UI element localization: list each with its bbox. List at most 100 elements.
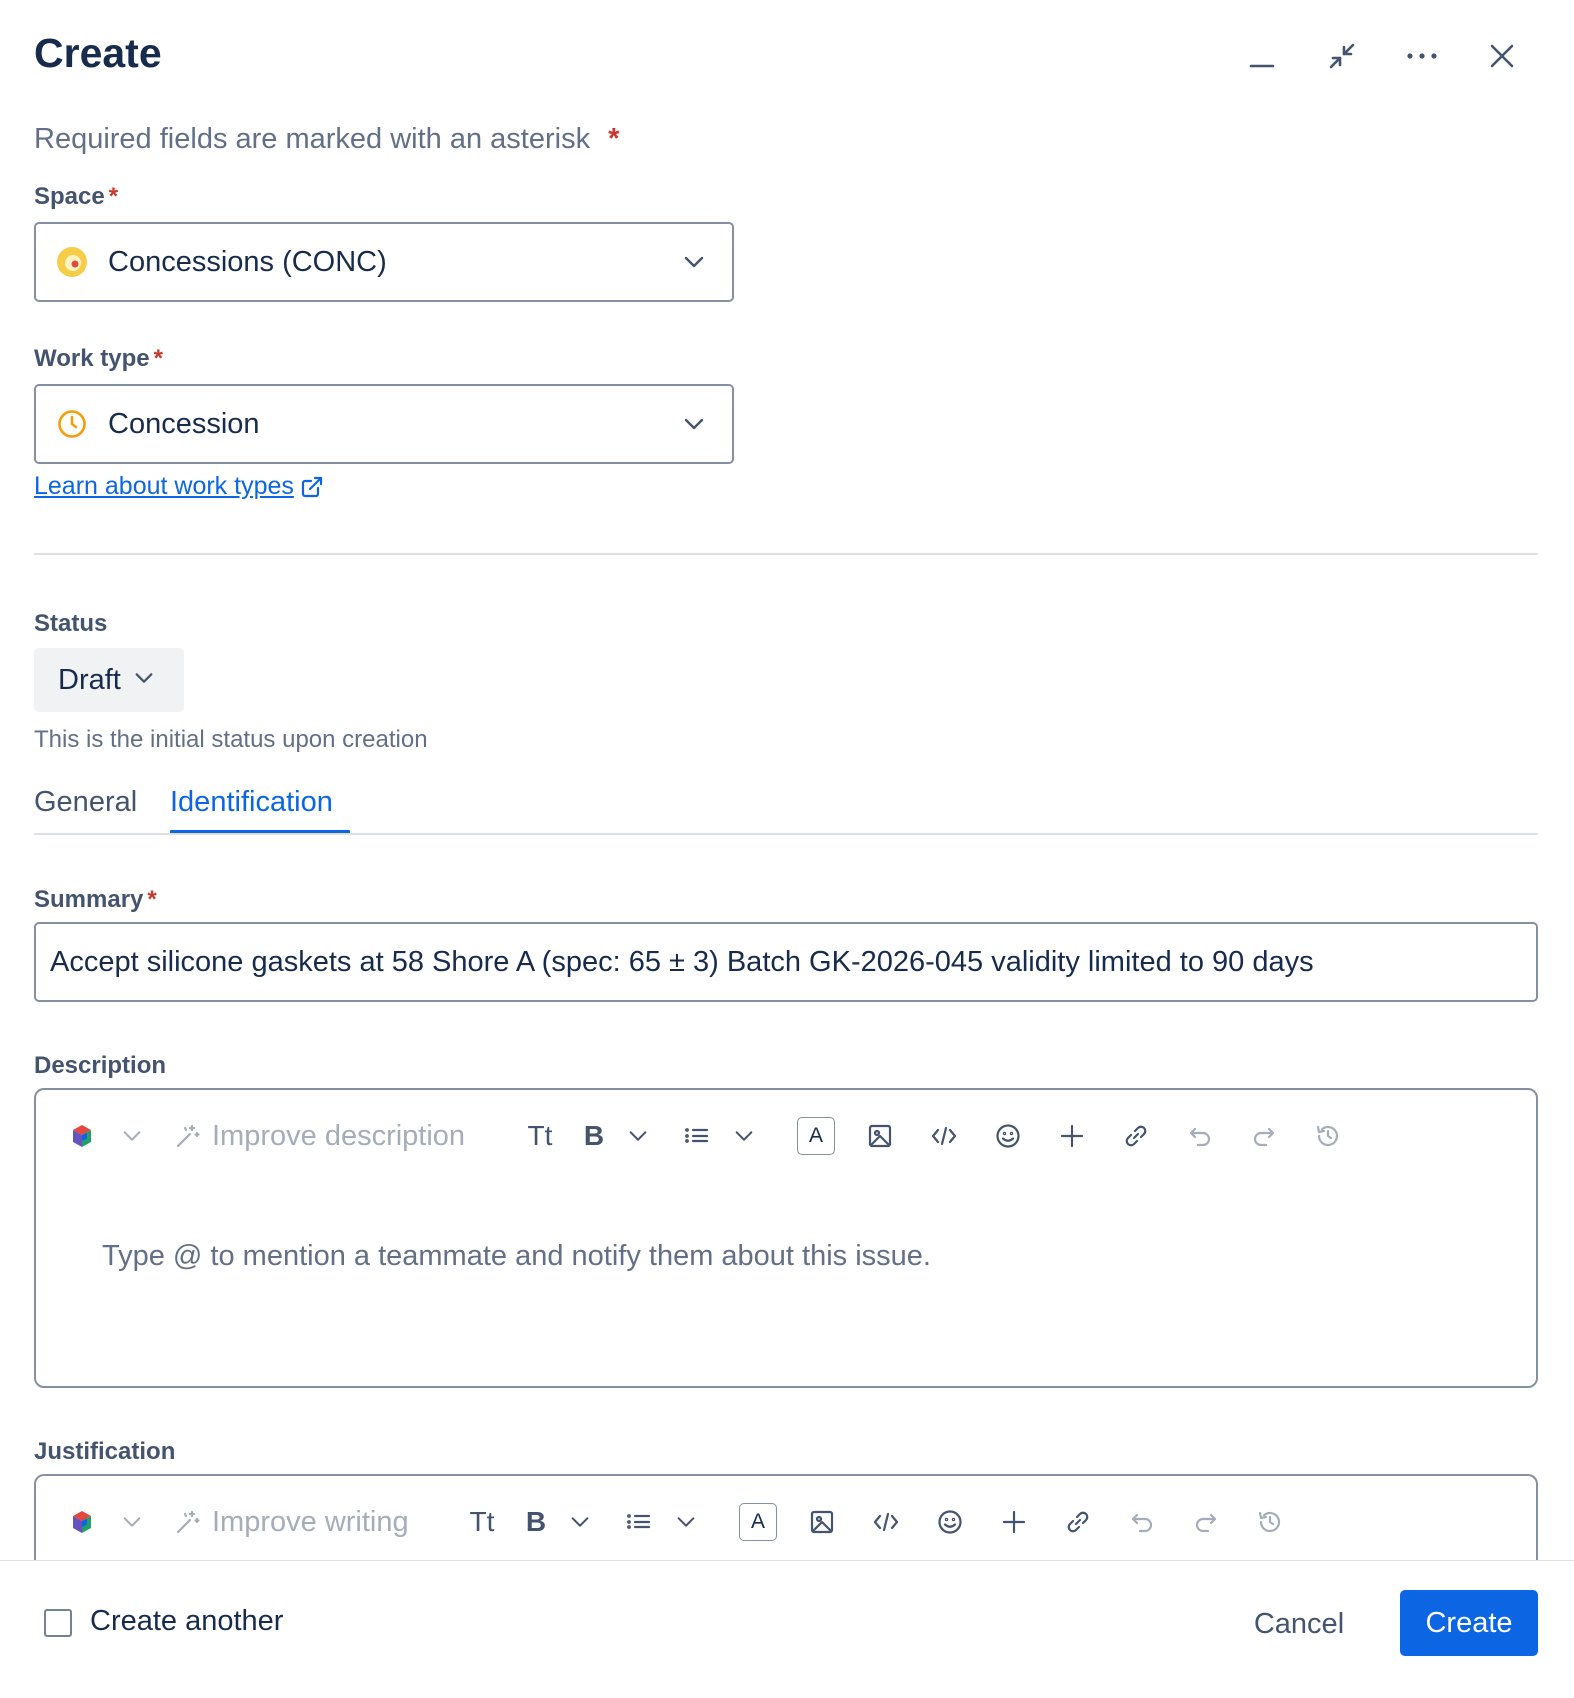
create-another-checkbox[interactable] [44,1609,72,1637]
emoji-icon [996,1124,1020,1148]
required-asterisk: * [608,123,620,155]
space-label: Space * [34,183,118,211]
list-button[interactable] [614,1500,662,1544]
history-icon [1316,1125,1339,1147]
close-button[interactable] [1480,34,1524,78]
dialog-footer: Create another Cancel Create [0,1560,1574,1698]
chevron-down-icon [133,664,155,697]
summary-input[interactable] [34,922,1538,1002]
description-placeholder: Type @ to mention a teammate and notify … [102,1240,931,1272]
history-button[interactable] [1248,1500,1292,1544]
summary-label: Summary * [34,886,157,914]
list-options-dropdown[interactable] [666,1500,706,1544]
improve-writing-label: Improve writing [212,1505,409,1538]
ai-button[interactable] [60,1114,104,1158]
more-icon [1407,53,1437,59]
undo-button[interactable] [1178,1114,1222,1158]
emoji-icon [938,1510,962,1534]
insert-image-button[interactable] [858,1114,902,1158]
work-type-select[interactable]: Concession [34,384,734,464]
chevron-down-icon [123,1517,141,1527]
summary-label-text: Summary [34,886,144,913]
cancel-button[interactable]: Cancel [1230,1591,1368,1657]
chevron-down-icon [629,1131,647,1141]
magic-wand-icon [176,1510,200,1534]
clock-icon [58,410,86,438]
required-asterisk: * [108,183,119,210]
project-avatar-icon [57,247,87,277]
plus-icon [1060,1124,1084,1148]
chevron-down-icon [735,1131,753,1141]
create-button[interactable]: Create [1400,1590,1538,1656]
code-button[interactable] [922,1114,966,1158]
space-select[interactable]: Concessions (CONC) [34,222,734,302]
status-help-text: This is the initial status upon creation [34,726,428,753]
link-icon [1067,1511,1089,1533]
tab-general[interactable]: General [34,786,137,819]
section-divider [34,553,1538,555]
text-style-button[interactable]: Tt [458,1500,506,1544]
create-another-label[interactable]: Create another [90,1605,283,1638]
bold-button[interactable]: B [516,1500,556,1544]
image-icon [810,1510,834,1534]
text-color-button[interactable]: A [794,1114,838,1158]
learn-work-types-link[interactable]: Learn about work types [34,472,324,501]
bold-button[interactable]: B [574,1114,614,1158]
description-label: Description [34,1052,167,1079]
chevron-down-icon [123,1131,141,1141]
list-button[interactable] [672,1114,720,1158]
space-select-value: Concessions (CONC) [108,245,387,278]
learn-link-text: Learn about work types [34,472,294,500]
required-asterisk: * [147,886,157,913]
description-editor[interactable]: Improve description Tt B A Type @ to men… [34,1088,1538,1388]
redo-button[interactable] [1242,1114,1286,1158]
more-formatting-dropdown[interactable] [618,1114,658,1158]
list-options-dropdown[interactable] [724,1114,764,1158]
more-formatting-dropdown[interactable] [560,1500,600,1544]
work-type-select-value: Concession [108,407,260,440]
dialog-title: Create [34,30,162,76]
image-icon [868,1124,892,1148]
ai-menu-dropdown[interactable] [112,1500,152,1544]
magic-wand-icon [176,1124,200,1148]
text-style-button[interactable]: Tt [516,1114,564,1158]
minimize-button[interactable] [1240,34,1284,78]
space-label-text: Space [34,183,105,210]
chevron-down-icon [682,412,706,441]
status-dropdown[interactable]: Draft [34,648,184,712]
work-type-label: Work type * [34,345,163,373]
insert-image-button[interactable] [800,1500,844,1544]
chevron-down-icon [677,1517,695,1527]
collapse-button[interactable] [1320,34,1364,78]
code-button[interactable] [864,1500,908,1544]
insert-more-button[interactable] [992,1500,1036,1544]
tab-identification[interactable]: Identification [170,786,333,819]
undo-icon [1189,1127,1211,1147]
ai-menu-dropdown[interactable] [112,1114,152,1158]
more-actions-button[interactable] [1400,34,1444,78]
emoji-button[interactable] [986,1114,1030,1158]
collapse-icon [1329,43,1355,69]
link-button[interactable] [1056,1500,1100,1544]
status-value: Draft [58,663,121,696]
text-color-button[interactable]: A [736,1500,780,1544]
work-type-label-text: Work type [34,345,150,372]
insert-more-button[interactable] [1050,1114,1094,1158]
code-icon [873,1512,899,1532]
undo-button[interactable] [1120,1500,1164,1544]
undo-icon [1131,1513,1153,1533]
required-fields-note: Required fields are marked with an aster… [34,123,619,156]
history-icon [1258,1511,1281,1533]
improve-writing-button[interactable]: Improve writing [174,1500,446,1544]
emoji-button[interactable] [928,1500,972,1544]
status-label: Status [34,610,108,637]
ai-icon [73,1511,91,1533]
bullet-list-icon [627,1514,651,1529]
improve-description-label: Improve description [212,1119,466,1152]
ai-button[interactable] [60,1500,104,1544]
redo-button[interactable] [1184,1500,1228,1544]
history-button[interactable] [1306,1114,1350,1158]
link-button[interactable] [1114,1114,1158,1158]
improve-description-button[interactable]: Improve description [174,1114,504,1158]
bold-icon: B [525,1506,547,1537]
